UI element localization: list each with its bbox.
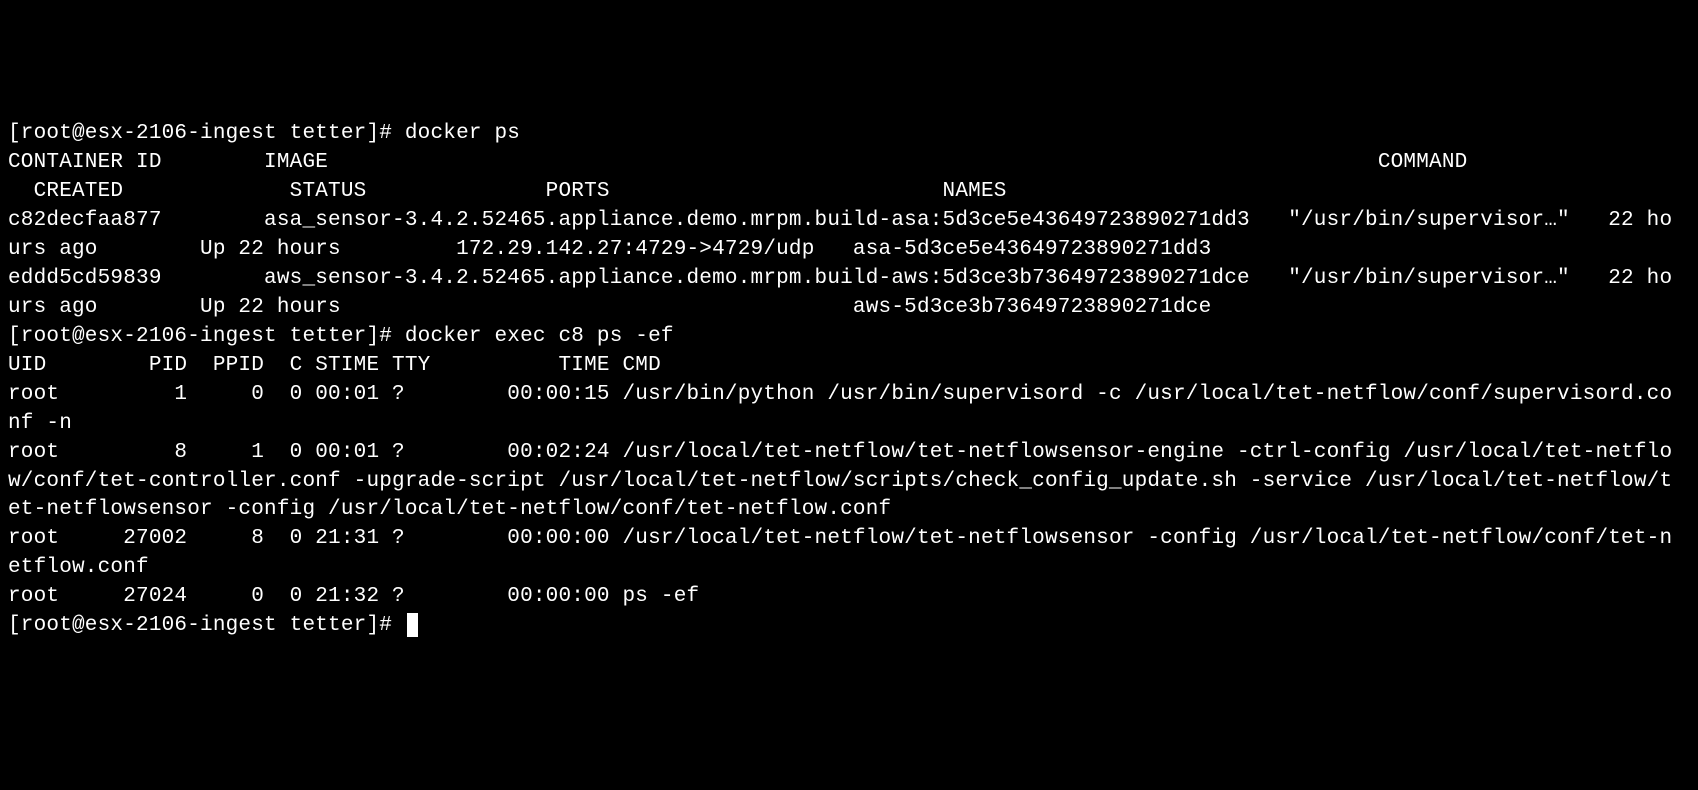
- prompt-text: [root@esx-2106-ingest tetter]#: [8, 122, 405, 145]
- ps-row-3: root 27002 8 0 21:31 ? 00:00:00 /usr/loc…: [8, 525, 1690, 583]
- ps-row-2: root 8 1 0 00:01 ? 00:02:24 /usr/local/t…: [8, 439, 1690, 526]
- prompt-line-3[interactable]: [root@esx-2106-ingest tetter]#: [8, 612, 1690, 641]
- prompt-line-1: [root@esx-2106-ingest tetter]# docker ps: [8, 120, 1690, 149]
- docker-ps-row-1: c82decfaa877 asa_sensor-3.4.2.52465.appl…: [8, 207, 1690, 265]
- docker-ps-header: CONTAINER ID IMAGE COMMAND CREATED STATU…: [8, 149, 1690, 207]
- terminal-window[interactable]: [root@esx-2106-ingest tetter]# docker ps…: [8, 120, 1690, 641]
- cursor-icon: [407, 613, 418, 637]
- prompt-text: [root@esx-2106-ingest tetter]#: [8, 614, 405, 637]
- ps-header: UID PID PPID C STIME TTY TIME CMD: [8, 352, 1690, 381]
- command-2: docker exec c8 ps -ef: [405, 325, 674, 348]
- ps-row-4: root 27024 0 0 21:32 ? 00:00:00 ps -ef: [8, 583, 1690, 612]
- prompt-text: [root@esx-2106-ingest tetter]#: [8, 325, 405, 348]
- prompt-line-2: [root@esx-2106-ingest tetter]# docker ex…: [8, 323, 1690, 352]
- docker-ps-row-2: eddd5cd59839 aws_sensor-3.4.2.52465.appl…: [8, 265, 1690, 323]
- ps-row-1: root 1 0 0 00:01 ? 00:00:15 /usr/bin/pyt…: [8, 381, 1690, 439]
- command-1: docker ps: [405, 122, 520, 145]
